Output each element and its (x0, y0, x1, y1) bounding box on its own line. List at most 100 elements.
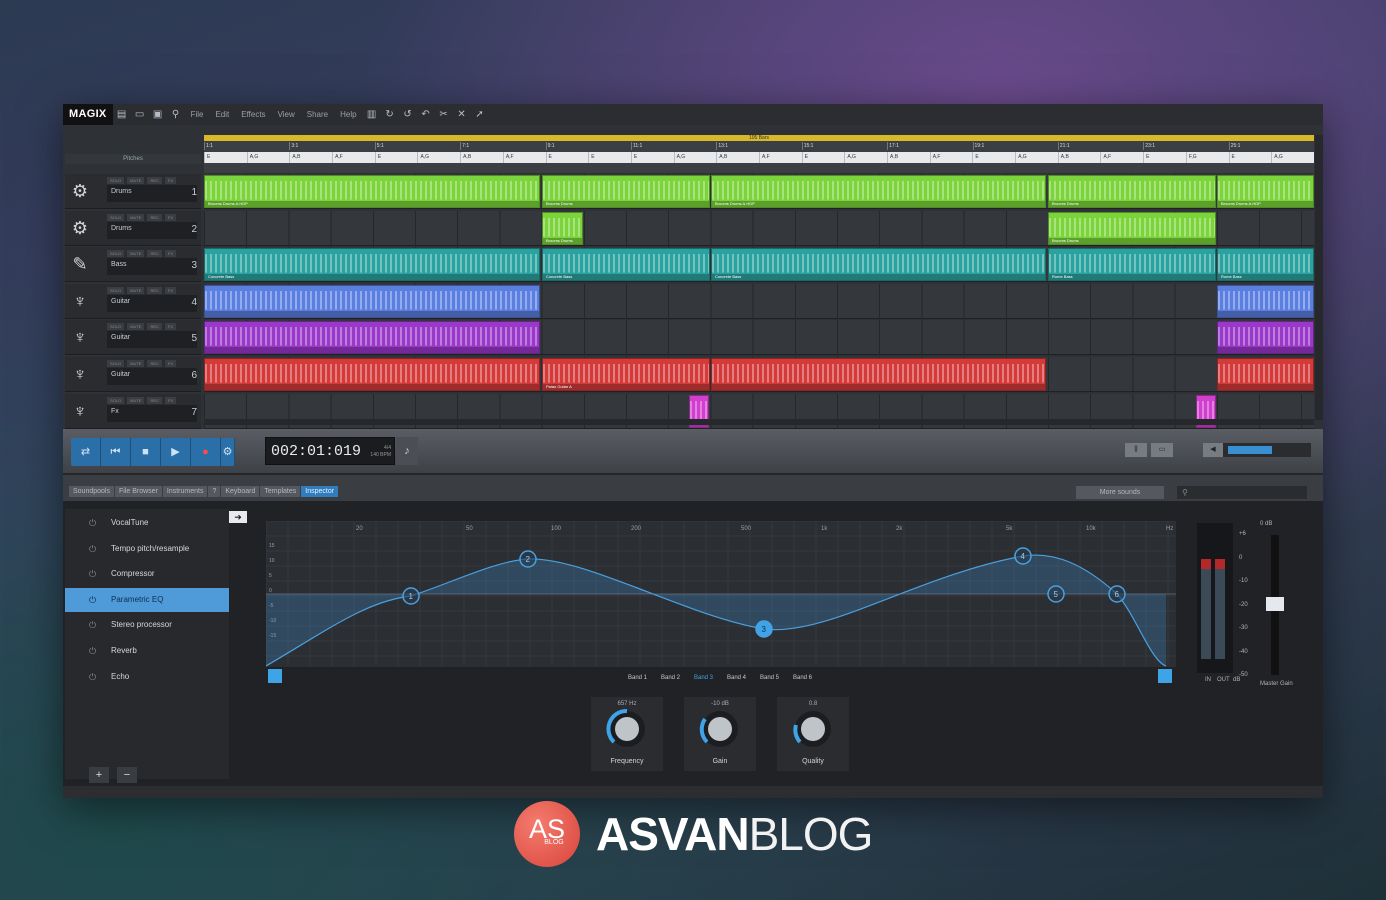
track-rec-button[interactable]: REC (147, 177, 162, 184)
chord-cell[interactable]: A,G (246, 152, 290, 163)
chord-cell[interactable]: A,F (502, 152, 546, 163)
track-fx-button[interactable]: FX (164, 250, 177, 258)
track-rec-button[interactable]: REC (147, 360, 162, 367)
track-lane[interactable]: Concrete Bass Concrete Bass Concrete Bass R… (204, 247, 1314, 283)
chord-cell[interactable]: F,G (1185, 152, 1229, 163)
menu-share[interactable]: Share (307, 110, 328, 119)
play-icon[interactable]: ▶ (161, 438, 191, 466)
eq-band-button[interactable]: Band 1 (628, 675, 648, 681)
chord-cell[interactable]: A,B (1057, 152, 1101, 163)
track-mute-button[interactable]: MUTE (127, 177, 145, 184)
track-header[interactable]: ♆ SOLO MUTE REC FX Guitar 6 (65, 357, 201, 392)
track-solo-button[interactable]: SOLO (107, 360, 125, 367)
arrow-right-icon[interactable]: ➜ (229, 511, 247, 523)
audio-clip[interactable]: Brooms Drums (542, 211, 583, 245)
power-icon[interactable]: ⏻ (89, 562, 96, 586)
chord-cell[interactable]: A,F (1100, 152, 1143, 163)
track-header[interactable]: ⚙ SOLO MUTE REC FX Drums 1 (65, 174, 201, 209)
track-header[interactable]: ♆ SOLO MUTE REC FX Fx 7 (65, 393, 201, 429)
chord-cell[interactable]: E (1228, 152, 1272, 163)
menu-file[interactable]: File (191, 110, 204, 119)
track-solo-button[interactable]: SOLO (107, 286, 125, 294)
tab-inspector[interactable]: Inspector (301, 486, 339, 497)
track-mute-button[interactable]: MUTE (127, 360, 145, 367)
track-solo-button[interactable]: SOLO (107, 323, 125, 331)
more-sounds-button[interactable]: More sounds (1076, 486, 1164, 499)
chord-cell[interactable]: E (588, 152, 631, 163)
eq-band-button[interactable]: Band 5 (760, 675, 780, 681)
audio-clip[interactable] (204, 284, 540, 318)
loop-icon[interactable]: ⇄ (71, 438, 101, 466)
menu-effects[interactable]: Effects (241, 110, 265, 119)
track-rec-button[interactable]: REC (147, 213, 162, 221)
add-effect-button[interactable]: + (89, 767, 109, 783)
power-icon[interactable]: ⏻ (89, 639, 96, 663)
track-rec-button[interactable]: REC (147, 250, 162, 258)
book-icon[interactable]: ▥ (366, 109, 378, 121)
mixer-icon[interactable]: ⫼ (1125, 443, 1147, 457)
record-options-icon[interactable]: ⚙ (221, 438, 235, 466)
track-fx-button[interactable]: FX (164, 213, 177, 221)
master-volume-slider[interactable]: ◀ (1203, 443, 1311, 457)
audio-clip[interactable]: Palao Guitar A (542, 358, 710, 391)
audio-clip[interactable] (1217, 284, 1314, 318)
track-name[interactable]: Guitar (107, 294, 197, 312)
chord-cell[interactable]: A,G (673, 152, 717, 163)
chord-cell[interactable]: A,F (758, 152, 802, 163)
audio-clip[interactable]: Brooms Drums A.HDP (1217, 175, 1314, 208)
track-lane[interactable] (204, 320, 1314, 356)
audio-clip[interactable] (204, 321, 540, 355)
effect-item[interactable]: ⏻ Stereo processor (65, 613, 229, 637)
stop-icon[interactable]: ■ (131, 438, 161, 466)
low-shelf-filter-icon[interactable] (268, 669, 282, 683)
chord-cell[interactable]: E (374, 152, 418, 163)
parametric-eq-display[interactable]: 20501002005001k2k5k10kHz151050-5-10-1512… (265, 520, 1176, 686)
effect-item[interactable]: ⏻ Parametric EQ (65, 587, 229, 612)
record-icon[interactable]: ● (191, 438, 221, 466)
track-lane[interactable]: Brooms Drums A.HDP Brooms Drums Brooms Dru… (204, 174, 1314, 209)
skip-back-icon[interactable]: ⏮ (101, 438, 131, 466)
chord-cell[interactable]: E (801, 152, 845, 163)
effect-item[interactable]: ⏻ Tempo pitch/resample (65, 537, 229, 561)
track-fx-button[interactable]: FX (164, 177, 177, 184)
power-icon[interactable]: ⏻ (89, 537, 96, 561)
tab-file-browser[interactable]: File Browser (114, 486, 162, 497)
track-fx-button[interactable]: FX (164, 286, 177, 294)
power-icon[interactable]: ⏻ (89, 613, 96, 637)
chord-cell[interactable]: A,B (887, 152, 930, 163)
chord-cell[interactable]: A,B (716, 152, 759, 163)
audio-clip[interactable]: Concrete Bass (542, 248, 710, 282)
audio-clip[interactable]: Concrete Bass (204, 248, 540, 282)
audio-clip[interactable]: Brooms Drums A.HDP (711, 175, 1046, 208)
frequency-knob[interactable] (603, 707, 651, 751)
track-mute-button[interactable]: MUTE (127, 250, 145, 258)
search-input[interactable]: ⚲ (1177, 486, 1307, 499)
fader-handle[interactable] (1266, 597, 1284, 611)
chord-cell[interactable]: E (630, 152, 674, 163)
chord-cell[interactable]: A,G (1015, 152, 1058, 163)
track-name[interactable]: Drums (107, 221, 197, 239)
tab-instruments[interactable]: Instruments (162, 486, 208, 497)
track-solo-button[interactable]: SOLO (107, 396, 125, 404)
track-name[interactable]: Bass (107, 258, 197, 276)
tab-keyboard[interactable]: Keyboard (221, 486, 260, 497)
eq-band-button[interactable]: Band 2 (661, 675, 681, 681)
track-name[interactable]: Drums (107, 185, 197, 202)
menu-view[interactable]: View (278, 110, 295, 119)
track-fx-button[interactable]: FX (164, 360, 177, 367)
chord-cell[interactable]: A,G (844, 152, 887, 163)
audio-clip[interactable]: Rome Bass (1048, 248, 1216, 282)
tab-templates[interactable]: Templates (260, 486, 301, 497)
track-name[interactable]: Guitar (107, 368, 197, 385)
master-gain-fader[interactable] (1266, 535, 1284, 675)
undo-alt-icon[interactable]: ↶ (420, 109, 432, 121)
open-folder-icon[interactable]: ▭ (134, 109, 146, 121)
keyboard-icon[interactable]: ▭ (1151, 443, 1173, 457)
eq-band-button[interactable]: Band 4 (727, 675, 747, 681)
pitches-label[interactable]: Pitches (65, 154, 201, 164)
track-name[interactable]: Fx (107, 404, 197, 422)
eq-band-button[interactable]: Band 6 (793, 675, 813, 681)
undo-icon[interactable]: ↺ (402, 109, 414, 121)
audio-clip[interactable]: Brooms Drums (1048, 211, 1216, 245)
chord-cell[interactable]: E (972, 152, 1015, 163)
